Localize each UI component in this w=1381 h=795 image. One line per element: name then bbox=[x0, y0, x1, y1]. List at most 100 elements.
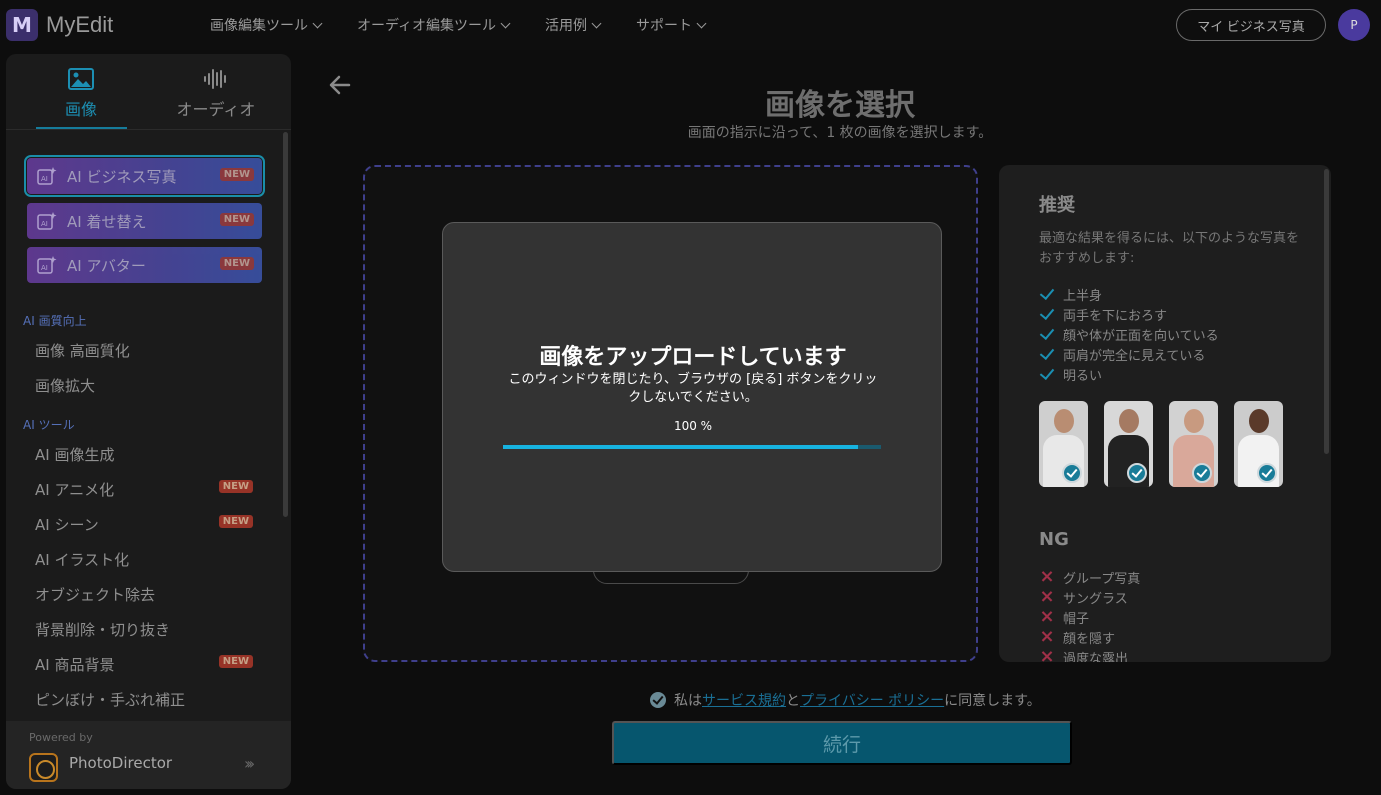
nav-label: 画像編集ツール bbox=[210, 18, 308, 34]
sidebar-item-scene[interactable]: AI シーン NEW bbox=[35, 514, 265, 535]
promo-label: AI 着せ替え bbox=[67, 212, 147, 231]
nav-support[interactable]: サポート bbox=[636, 15, 707, 35]
ng-item-label: 顔を隠す bbox=[1063, 631, 1116, 647]
ok-item-label: 顔や体が正面を向いている bbox=[1063, 328, 1219, 344]
sidebar-item-enhance[interactable]: 画像 高画質化 bbox=[35, 340, 265, 361]
ai-avatar-button[interactable]: AI AI アバター NEW bbox=[27, 247, 262, 283]
ng-heading: NG bbox=[1039, 529, 1069, 550]
nav-image-tools[interactable]: 画像編集ツール bbox=[210, 15, 323, 35]
photodirector-name: PhotoDirector bbox=[69, 754, 173, 772]
list-item: × 顔を隠す bbox=[1039, 627, 1140, 647]
ok-item-label: 両肩が完全に見えている bbox=[1063, 348, 1206, 364]
chevron-down-icon bbox=[312, 18, 323, 28]
sidebar-item-image-generation[interactable]: AI 画像生成 bbox=[35, 444, 265, 465]
cross-icon: × bbox=[1039, 566, 1055, 587]
nav-use-cases[interactable]: 活用例 bbox=[545, 15, 602, 35]
sidebar-item-product-background[interactable]: AI 商品背景 NEW bbox=[35, 654, 265, 675]
image-icon bbox=[26, 68, 136, 92]
section-label-ai-tools: AI ツール bbox=[23, 418, 75, 432]
example-photo bbox=[1169, 401, 1218, 487]
new-badge: NEW bbox=[219, 257, 254, 270]
photo-head bbox=[1249, 409, 1269, 433]
agree-checkbox[interactable] bbox=[650, 692, 666, 708]
tab-image[interactable]: 画像 bbox=[26, 68, 136, 120]
photo-head bbox=[1184, 409, 1204, 433]
sidebar-tabs: 画像 オーディオ bbox=[6, 54, 291, 130]
ok-item-label: 明るい bbox=[1063, 368, 1103, 384]
new-badge: NEW bbox=[218, 655, 253, 668]
sidebar-item-background-removal[interactable]: 背景削除・切り抜き bbox=[35, 619, 265, 640]
powered-by-label: Powered by bbox=[29, 731, 93, 744]
list-item: × グループ写真 bbox=[1039, 567, 1140, 587]
photo-head bbox=[1054, 409, 1074, 433]
agree-middle: と bbox=[786, 693, 800, 709]
menu-label: AI 商品背景 bbox=[35, 656, 115, 674]
check-icon bbox=[1039, 366, 1055, 382]
svg-text:AI: AI bbox=[41, 175, 48, 183]
svg-text:AI: AI bbox=[41, 264, 48, 272]
main-nav: 画像編集ツール オーディオ編集ツール 活用例 サポート bbox=[210, 0, 707, 50]
ng-item-label: サングラス bbox=[1063, 591, 1128, 607]
check-icon bbox=[1039, 326, 1055, 342]
logo[interactable]: M MyEdit bbox=[6, 9, 113, 41]
ai-business-photo-button[interactable]: AI AI ビジネス写真 NEW bbox=[24, 155, 265, 197]
chevron-down-icon bbox=[696, 18, 707, 28]
photodirector-logo-icon bbox=[29, 753, 58, 782]
list-item: 上半身 bbox=[1039, 284, 1219, 304]
my-business-photo-button[interactable]: マイ ビジネス写真 bbox=[1176, 9, 1326, 41]
ai-sparkle-icon: AI bbox=[37, 256, 57, 274]
section-label-quality: AI 画質向上 bbox=[23, 314, 87, 328]
promo-label: AI アバター bbox=[67, 256, 146, 275]
privacy-link[interactable]: プライバシー ポリシー bbox=[800, 693, 944, 709]
continue-button[interactable]: 続行 bbox=[612, 721, 1072, 765]
check-icon bbox=[1039, 306, 1055, 322]
ai-outfit-change-button[interactable]: AI AI 着せ替え NEW bbox=[27, 203, 262, 239]
cross-icon: × bbox=[1039, 626, 1055, 647]
recommend-ok-list: 上半身 両手を下におろす 顔や体が正面を向いている 両肩が完全に見えている 明る… bbox=[1039, 284, 1219, 384]
nav-label: オーディオ編集ツール bbox=[357, 18, 497, 34]
list-item: × 過度な露出 bbox=[1039, 647, 1140, 663]
sidebar-scrollbar[interactable] bbox=[283, 132, 288, 517]
nav-label: 活用例 bbox=[545, 18, 588, 34]
back-arrow-icon[interactable] bbox=[325, 70, 355, 100]
check-badge-icon bbox=[1192, 463, 1212, 483]
sidebar-item-object-removal[interactable]: オブジェクト除去 bbox=[35, 584, 265, 605]
sidebar-item-upscale[interactable]: 画像拡大 bbox=[35, 375, 265, 396]
app-name: MyEdit bbox=[46, 12, 114, 37]
sidebar-item-illustration[interactable]: AI イラスト化 bbox=[35, 549, 265, 570]
chevron-down-icon bbox=[591, 18, 602, 28]
terms-link[interactable]: サービス規約 bbox=[702, 693, 786, 709]
waveform-icon bbox=[161, 68, 271, 92]
ng-item-label: グループ写真 bbox=[1063, 571, 1141, 587]
recommendation-panel: 推奨 最適な結果を得るには、以下のような写真をおすすめします: 上半身 両手を下… bbox=[999, 165, 1331, 662]
cross-icon: × bbox=[1039, 606, 1055, 627]
sidebar-item-anime[interactable]: AI アニメ化 NEW bbox=[35, 479, 265, 500]
svg-text:AI: AI bbox=[41, 220, 48, 228]
check-badge-icon bbox=[1127, 463, 1147, 483]
agree-prefix: 私は bbox=[674, 693, 702, 709]
progress-bar bbox=[503, 445, 881, 449]
ng-item-label: 過度な露出 bbox=[1063, 651, 1129, 663]
modal-description: このウィンドウを閉じたり、ブラウザの [戻る] ボタンをクリックしないでください… bbox=[508, 372, 878, 405]
new-badge: NEW bbox=[219, 168, 254, 181]
menu-label: AI シーン bbox=[35, 516, 99, 534]
recommend-ng-list: × グループ写真 × サングラス × 帽子 × 顔を隠す × 過度な露出 bbox=[1039, 567, 1140, 663]
avatar[interactable]: P bbox=[1338, 9, 1370, 41]
nav-audio-tools[interactable]: オーディオ編集ツール bbox=[357, 15, 511, 35]
ok-item-label: 両手を下におろす bbox=[1063, 308, 1168, 324]
powered-by-panel[interactable]: Powered by PhotoDirector ››› bbox=[6, 721, 291, 789]
check-icon bbox=[1039, 346, 1055, 362]
tab-audio[interactable]: オーディオ bbox=[161, 68, 271, 120]
agreement-row: 私はサービス規約とプライバシー ポリシーに同意します。 bbox=[650, 690, 1041, 710]
sidebar-item-deblur[interactable]: ピンぼけ・手ぶれ補正 bbox=[35, 689, 265, 710]
list-item: × 帽子 bbox=[1039, 607, 1140, 627]
active-tab-indicator bbox=[36, 127, 127, 129]
list-item: 両肩が完全に見えている bbox=[1039, 344, 1219, 364]
example-photo bbox=[1039, 401, 1088, 487]
progress-percent: 100 % bbox=[673, 419, 713, 433]
recommendation-scrollbar[interactable] bbox=[1324, 169, 1329, 454]
page-title: 画像を選択 bbox=[765, 88, 915, 123]
list-item: 顔や体が正面を向いている bbox=[1039, 324, 1219, 344]
tab-label: オーディオ bbox=[176, 100, 256, 119]
upload-progress-modal: 画像をアップロードしています このウィンドウを閉じたり、ブラウザの [戻る] ボ… bbox=[442, 222, 942, 572]
